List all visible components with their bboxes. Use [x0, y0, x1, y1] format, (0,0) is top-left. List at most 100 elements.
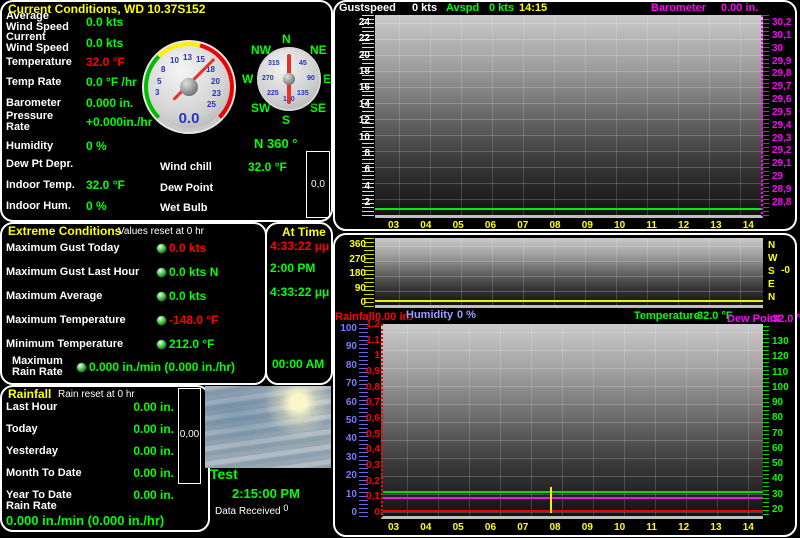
x-tick-label: 10: [614, 220, 626, 231]
row-min-temperature: Minimum Temperature 212.0 °F: [6, 333, 264, 355]
x-tick-label: 04: [420, 220, 432, 231]
row-value: 0.0 kts: [169, 289, 207, 303]
row-indoor-hum: Indoor Hum. 0 %: [6, 194, 164, 218]
y-tick-label: 50: [772, 458, 784, 470]
extreme-conditions-panel: Extreme Conditions Values reset at 0 hr …: [0, 222, 267, 385]
x-tick-label: 03: [388, 522, 400, 533]
x-tick-label: 11: [646, 522, 657, 533]
y-tick-label: 29,8: [772, 68, 792, 80]
y-tick-label: 30,2: [772, 17, 792, 28]
compass-letter: E: [768, 279, 775, 290]
y-tick-label: 0,3: [366, 459, 380, 471]
gustspeed-zero-line: [375, 208, 761, 210]
compass-reading: N 360 °: [254, 136, 298, 151]
y-tick-label: 50: [345, 414, 357, 426]
y-tick-label: 130: [772, 336, 789, 347]
row-label: Minimum Temperature: [6, 337, 124, 350]
row-pressure-rate: Pressure Rate +0.000in./hr: [6, 110, 164, 134]
y-tick-label: 29,5: [772, 106, 792, 118]
rainfall-line: [383, 510, 763, 512]
row-max-rain-rate: Maximum Rain Rate 0.000 in./min (0.000 in…: [6, 353, 264, 381]
row-max-gust-last-hour: Maximum Gust Last Hour 0.0 kts N: [6, 261, 264, 283]
row-label: Last Hour: [6, 400, 58, 413]
row-label: Wet Bulb: [160, 201, 208, 214]
y-tick-label: 29,6: [772, 94, 792, 106]
temperature-ruler: [763, 326, 769, 516]
data-received-count: 0: [283, 503, 289, 513]
data-received: Data Received 0: [215, 503, 289, 517]
y-tick-label: 60: [345, 396, 357, 408]
x-tick-label: 07: [517, 220, 529, 231]
y-tick-label: 80: [772, 412, 784, 424]
row-value: 212.0 °F: [169, 337, 215, 351]
y-tick-label: 270: [349, 253, 366, 265]
row-value: 0.00 in.: [133, 466, 174, 480]
legend-time: 14:15: [519, 2, 548, 14]
wind-scale-box: 0,0: [306, 151, 330, 218]
y-tick-label: 20: [345, 470, 357, 482]
y-tick-label: 0: [351, 506, 357, 518]
led-icon: [156, 338, 167, 350]
row-value: 32.0 °F: [86, 55, 125, 69]
row-value: 0.00 in.: [133, 444, 174, 458]
x-tick-label: 12: [678, 220, 690, 231]
row-label: Month To Date: [6, 466, 82, 479]
compass-tick-label: 90: [307, 75, 315, 82]
row-max-average: Maximum Average 0.0 kts: [6, 285, 264, 307]
legend-avspd-value: 0 kts: [489, 2, 515, 14]
cardinal-w: W: [242, 72, 254, 86]
row-value: 0.0 °F /hr: [86, 75, 137, 89]
y-tick-label: 360: [349, 239, 366, 250]
compass-face: 45 90 135 180 225 270 315: [257, 47, 321, 111]
row-value: 0.00 in.: [133, 422, 174, 436]
row-last-hour: Last Hour 0.00 in.: [6, 397, 174, 417]
x-tick-label: 09: [581, 220, 593, 231]
y-tick-label: 0: [374, 506, 380, 518]
row-label: Maximum Average: [6, 289, 103, 302]
extreme-conditions-subtitle: Values reset at 0 hr: [118, 226, 204, 237]
y-tick-label: 0,9: [366, 365, 380, 377]
gauge-value: 0.0: [178, 110, 200, 127]
y-tick-label: 60: [772, 442, 784, 454]
y-axis-rainfall: 1,2 1,1 1 0,9 0,8 0,7 0,6 0,5 0,4 0,3 0,2 0,1 0: [364, 320, 380, 518]
wind-dir-marker: -0: [781, 265, 790, 276]
gauge-tick-label: 13: [183, 53, 192, 62]
row-label: Average Wind Speed: [6, 10, 69, 33]
y-axis-wind-direction: 360 270 180 90 0: [340, 240, 366, 308]
y-tick-label: 0,7: [366, 397, 380, 409]
gauge-tick-label: 15: [196, 55, 205, 64]
gauge-tick-label: 10: [170, 56, 179, 65]
sky-webcam-image: [205, 386, 331, 468]
y-tick-label: 0,8: [366, 381, 380, 393]
x-tick-label: 14: [742, 522, 754, 533]
y-axis-right-ruler: [763, 15, 769, 218]
y-tick-label: 29,7: [772, 81, 792, 93]
rain-hum-temp-plot-area: [381, 324, 763, 519]
y-tick-label: 90: [772, 397, 784, 409]
at-time-panel: At Time 4:33:22 μμ 2:00 PM 4:33:22 μμ 00…: [265, 222, 333, 385]
rain-rate-value: 0.000 in./min (0.000 in./hr): [6, 513, 165, 528]
y-axis-left-ruler: [362, 15, 374, 218]
compass-letter: N: [768, 240, 776, 251]
row-max-temperature: Maximum Temperature -148.0 °F: [6, 309, 264, 331]
wind-dir-ruler: [364, 238, 374, 308]
compass-tick-label: 225: [267, 90, 279, 97]
row-label: Wind chill: [160, 160, 212, 173]
row-value: -148.0 °F: [169, 313, 219, 327]
row-value: 0.0 kts: [86, 36, 124, 50]
wind-direction-line: [375, 300, 763, 302]
x-tick-label: 12: [678, 522, 690, 533]
y-tick-label: 1,2: [366, 319, 380, 330]
compass-tick-label: 135: [297, 90, 309, 97]
row-value: 0.000 in.: [86, 96, 134, 110]
y-tick-label: 100: [340, 323, 357, 334]
led-icon: [156, 290, 167, 302]
row-value: 0.000 in./min (0.000 in./hr): [89, 360, 236, 374]
compass-letter: W: [768, 253, 778, 264]
legend-barometer: Barometer: [651, 2, 707, 14]
x-tick-label: 06: [484, 522, 497, 533]
y-tick-label: 0,6: [366, 412, 380, 424]
row-label: Dew Pt Depr.: [6, 157, 74, 170]
gauge-hub: [180, 78, 198, 96]
data-received-label: Data Received: [215, 506, 281, 517]
